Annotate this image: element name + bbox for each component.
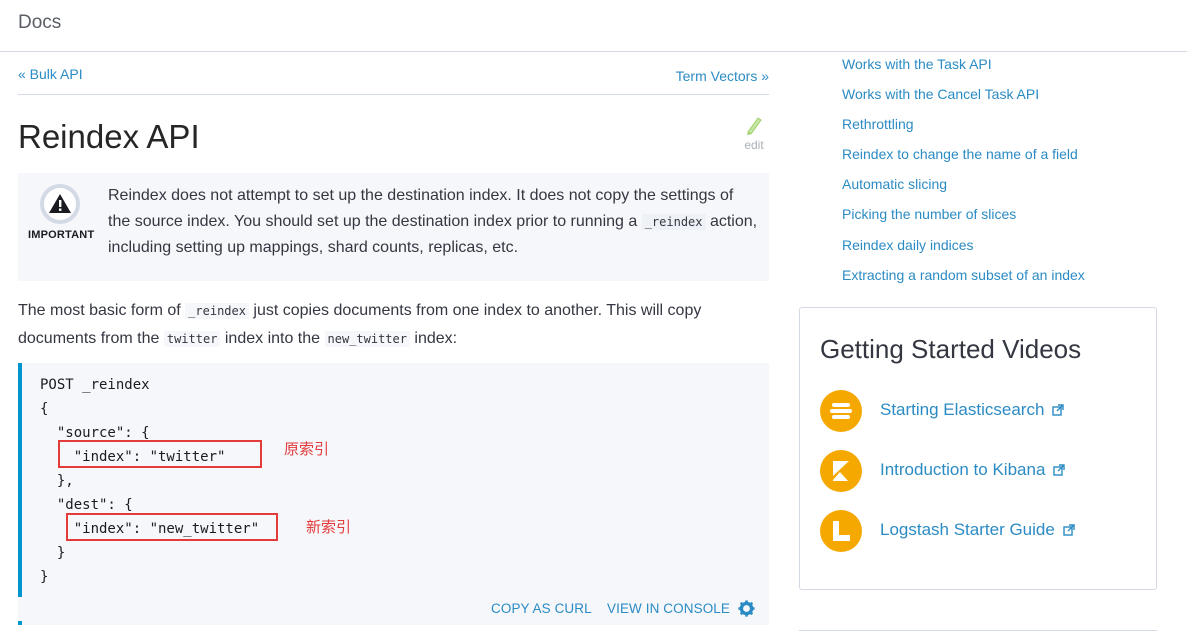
elasticsearch-logo-icon	[820, 390, 862, 432]
toc-item-cancel-task-api[interactable]: Works with the Cancel Task API	[842, 84, 1085, 114]
dest-highlight-box	[66, 513, 278, 541]
video-link-logstash-starter-guide[interactable]: Logstash Starter Guide	[880, 520, 1075, 540]
dest-annotation: 新索引	[306, 519, 352, 536]
inline-code: twitter	[163, 331, 221, 347]
inline-code: _reindex	[185, 303, 249, 319]
prev-next-nav: « Bulk API Term Vectors »	[18, 66, 769, 95]
intro-paragraph: The most basic form of _reindex just cop…	[18, 297, 769, 353]
video-item-kibana: Introduction to Kibana	[820, 450, 1150, 492]
external-link-icon	[1052, 404, 1065, 416]
important-text: Reindex does not attempt to set up the d…	[108, 183, 758, 261]
code-line: POST _reindex	[40, 377, 150, 393]
toc-item-random-subset[interactable]: Extracting a random subset of an index	[842, 265, 1085, 295]
edit-link[interactable]: edit	[739, 114, 769, 152]
code-actions: COPY AS CURL VIEW IN CONSOLE	[18, 597, 769, 621]
view-in-console-button[interactable]: VIEW IN CONSOLE	[607, 601, 730, 616]
edit-label: edit	[744, 138, 764, 152]
external-link-icon	[1053, 464, 1066, 476]
code-line: {	[40, 401, 49, 417]
getting-started-videos-panel: Getting Started Videos Starting Elastics…	[799, 307, 1157, 590]
warning-icon	[40, 184, 80, 224]
next-page-link[interactable]: Term Vectors »	[676, 68, 769, 84]
important-text-part: Reindex does not attempt to set up the d…	[108, 187, 734, 230]
kibana-logo-icon	[820, 450, 862, 492]
site-title[interactable]: Docs	[18, 12, 61, 34]
gear-icon[interactable]	[738, 600, 755, 620]
code-block[interactable]: POST _reindex { "source": { "index": "tw…	[18, 363, 769, 625]
toc-item-change-field-name[interactable]: Reindex to change the name of a field	[842, 144, 1085, 174]
important-label: IMPORTANT	[28, 229, 95, 241]
code-line: }	[40, 545, 66, 561]
video-link-introduction-to-kibana[interactable]: Introduction to Kibana	[880, 460, 1066, 480]
copy-as-curl-button[interactable]: COPY AS CURL	[491, 601, 592, 616]
toc-item-rethrottling[interactable]: Rethrottling	[842, 114, 1085, 144]
video-link-starting-elasticsearch[interactable]: Starting Elasticsearch	[880, 400, 1065, 420]
logstash-logo-icon	[820, 510, 862, 552]
inline-code: _reindex	[641, 214, 706, 230]
sidebar-toc: Works with the Task API Works with the C…	[842, 54, 1085, 295]
inline-code: new_twitter	[324, 331, 410, 347]
code-line: },	[40, 473, 74, 489]
code-line: }	[40, 569, 49, 585]
toc-item-daily-indices[interactable]: Reindex daily indices	[842, 235, 1085, 265]
source-highlight-box	[58, 440, 262, 468]
code-line: "dest": {	[40, 497, 133, 513]
intro-text: index:	[409, 330, 458, 347]
videos-title: Getting Started Videos	[820, 334, 1082, 364]
external-link-icon	[1063, 524, 1075, 536]
code-line: "source": {	[40, 425, 150, 441]
pencil-icon	[747, 117, 762, 135]
toc-item-number-of-slices[interactable]: Picking the number of slices	[842, 204, 1085, 234]
divider	[799, 630, 1157, 631]
video-item-logstash: Logstash Starter Guide	[820, 510, 1150, 552]
prev-page-link[interactable]: « Bulk API	[18, 66, 83, 82]
top-bar: Docs	[0, 0, 1187, 52]
page-title: Reindex API	[18, 118, 200, 155]
video-item-elasticsearch: Starting Elasticsearch	[820, 390, 1150, 432]
intro-text: The most basic form of	[18, 302, 186, 319]
toc-item-task-api[interactable]: Works with the Task API	[842, 54, 1085, 84]
important-icon-area: IMPORTANT	[18, 173, 104, 281]
intro-text: index into the	[220, 330, 325, 347]
source-annotation: 原索引	[284, 441, 330, 458]
important-admonition: IMPORTANT Reindex does not attempt to se…	[18, 173, 769, 281]
toc-item-automatic-slicing[interactable]: Automatic slicing	[842, 174, 1085, 204]
code-listing[interactable]: POST _reindex { "source": { "index": "tw…	[40, 373, 259, 589]
